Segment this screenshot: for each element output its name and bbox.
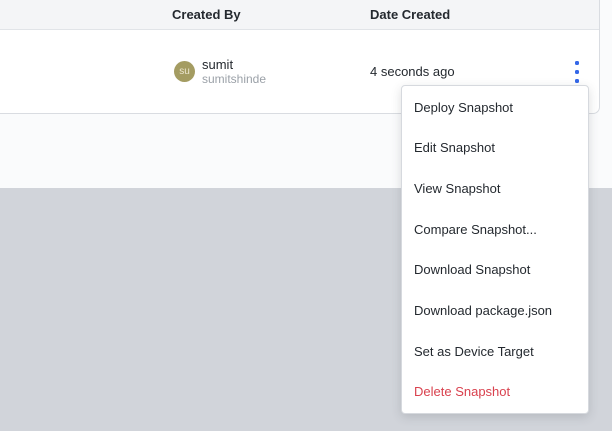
- user-display-name: sumit: [202, 56, 234, 72]
- menu-item-edit-snapshot[interactable]: Edit Snapshot: [402, 128, 588, 169]
- user-identity: sumit sumitshinde: [202, 57, 266, 86]
- menu-item-compare-snapshot[interactable]: Compare Snapshot...: [402, 209, 588, 250]
- menu-item-deploy-snapshot[interactable]: Deploy Snapshot: [402, 87, 588, 128]
- menu-item-delete-snapshot[interactable]: Delete Snapshot: [402, 371, 588, 412]
- menu-item-download-snapshot[interactable]: Download Snapshot: [402, 250, 588, 291]
- avatar: su: [174, 61, 195, 82]
- menu-item-view-snapshot[interactable]: View Snapshot: [402, 168, 588, 209]
- table-header-row: Created By Date Created: [0, 0, 599, 30]
- menu-item-download-package-json[interactable]: Download package.json: [402, 290, 588, 331]
- menu-item-set-as-device-target[interactable]: Set as Device Target: [402, 331, 588, 372]
- created-by-cell: su sumit sumitshinde: [174, 30, 266, 113]
- column-header-created-by: Created By: [172, 7, 241, 22]
- kebab-vertical-icon: [575, 60, 579, 83]
- user-username: sumitshinde: [202, 72, 267, 87]
- snapshot-actions-menu: Deploy Snapshot Edit Snapshot View Snaps…: [401, 85, 589, 414]
- avatar-initials: su: [179, 66, 190, 77]
- column-header-date-created: Date Created: [370, 7, 451, 22]
